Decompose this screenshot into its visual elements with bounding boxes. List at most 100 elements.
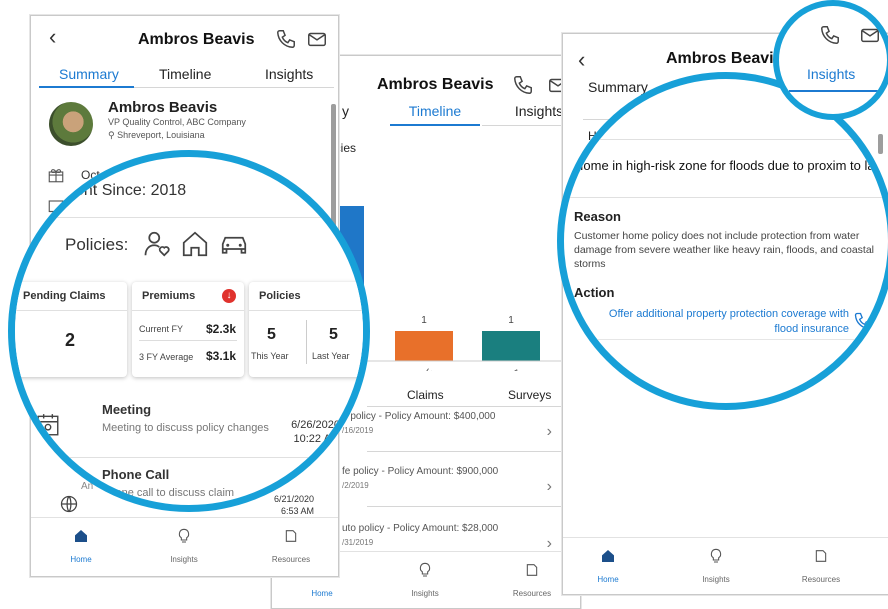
chart-value-label: 1 <box>421 315 427 326</box>
nav-resources[interactable]: Resources <box>492 562 572 598</box>
profile-location: ⚲ Shreveport, Louisiana <box>108 130 205 141</box>
location-pin-icon: ⚲ <box>108 130 115 140</box>
last-year-label: Last Year <box>312 351 350 361</box>
pending-claims-card[interactable]: Pending Claims 2 <box>15 282 127 377</box>
timeline-row[interactable]: e policy - Policy Amount: $400,000 /16/2… <box>342 411 572 461</box>
divider <box>564 139 888 140</box>
tab-timeline[interactable]: Timeline <box>400 103 470 119</box>
row-title: fe policy - Policy Amount: $900,000 <box>342 466 499 477</box>
avatar <box>49 102 93 146</box>
tab-insights[interactable]: Insights <box>807 66 855 82</box>
book-icon <box>815 550 827 562</box>
activity-date: 6/26/2020 <box>291 419 340 431</box>
nav-insights[interactable]: Insights <box>144 528 224 564</box>
three-fy-avg-value: $3.1k <box>205 349 236 363</box>
client-since: ent Since: 2018 <box>75 182 187 199</box>
reason-text: Customer home policy does not include pr… <box>574 230 874 270</box>
profile-role: VP Quality Control, ABC Company <box>108 117 246 127</box>
tab-divider <box>134 87 334 88</box>
activity-desc: Meeting to discuss policy changes <box>102 422 269 434</box>
divider <box>579 339 879 340</box>
tab-summary-partial[interactable]: y <box>342 103 349 119</box>
phone-icon[interactable] <box>819 24 841 46</box>
book-icon <box>285 530 297 542</box>
nav-resources-label: Resources <box>271 555 311 564</box>
divider <box>249 310 363 311</box>
row-title: e policy - Policy Amount: $400,000 <box>342 411 496 422</box>
mail-icon[interactable] <box>859 24 881 46</box>
card-title: Premiums <box>142 290 196 302</box>
divider <box>15 217 363 218</box>
chart-value-label: 1 <box>508 315 514 326</box>
tab-timeline[interactable]: Timeline <box>159 66 211 82</box>
nav-home[interactable]: Home <box>41 528 121 564</box>
chart-category-label: Auto <box>510 366 531 371</box>
divider <box>132 310 244 311</box>
activity-item[interactable]: Phone Call Phone call to discuss claim 6 <box>15 462 363 505</box>
chart-category-label: Home <box>423 366 448 371</box>
action-heading: Action <box>574 285 615 300</box>
activity-desc: Phone call to discuss claim <box>102 487 235 499</box>
row-date: /31/2019 <box>342 538 374 547</box>
reason-heading: Reason <box>574 209 621 224</box>
life-policy-icon[interactable] <box>143 229 173 259</box>
row-divider <box>367 451 572 452</box>
active-tab-indicator <box>39 86 134 88</box>
phone-icon[interactable] <box>275 28 297 50</box>
nav-resources[interactable]: Resources <box>781 548 861 584</box>
card-title: Policies <box>259 290 301 302</box>
bottom-nav: Home Insights Resources <box>563 537 888 594</box>
pending-claims-value: 2 <box>65 330 76 350</box>
activity-title: Phone Call <box>102 467 170 482</box>
nav-resources-label: Resources <box>512 589 552 598</box>
summary-zoom-circle: ent Since: 2018 Policies: Pending Claims… <box>8 150 370 512</box>
subtab-divider <box>367 406 572 407</box>
divider <box>306 320 307 364</box>
action-link[interactable]: Offer additional property protection cov… <box>604 307 849 337</box>
mail-icon[interactable] <box>306 28 328 50</box>
contact-name: Ambros Beavis <box>666 50 783 67</box>
row-date: /2/2019 <box>342 481 369 490</box>
auto-policy-icon[interactable] <box>218 229 250 259</box>
card-title: Pending Claims <box>23 290 106 302</box>
meeting-calendar-icon <box>37 414 59 436</box>
chart-bar-home <box>395 331 453 361</box>
subtab-claims[interactable]: Claims <box>407 388 444 402</box>
back-icon[interactable]: ‹ <box>578 49 585 71</box>
insights-tab-zoom-circle: Insights <box>773 0 888 120</box>
nav-insights-label: Insights <box>170 555 198 564</box>
nav-resources-label: Resources <box>801 575 841 584</box>
bottom-nav: Home Insights Resources <box>31 517 338 576</box>
scrollbar[interactable] <box>878 134 883 154</box>
nav-insights[interactable]: Insights <box>385 562 465 598</box>
timeline-row[interactable]: fe policy - Policy Amount: $900,000 /2/2… <box>342 466 572 516</box>
policies-card[interactable]: Policies 5 This Year 5 Last Year <box>249 282 363 377</box>
insight-zoom-circle: Home in high-risk zone for floods due to… <box>557 72 888 410</box>
divider <box>139 340 237 341</box>
nav-insights-label: Insights <box>411 589 439 598</box>
lightbulb-icon <box>710 548 722 563</box>
tab-summary[interactable]: Summary <box>59 66 119 82</box>
premiums-card[interactable]: Premiums ↓ Current FY $2.3k 3 FY Average… <box>132 282 244 377</box>
active-tab-indicator <box>789 90 887 92</box>
row-divider <box>367 506 572 507</box>
divider <box>15 457 363 458</box>
tab-summary[interactable]: Summary <box>588 79 648 95</box>
home-icon <box>75 530 87 542</box>
home-policy-icon[interactable] <box>180 229 210 259</box>
tab-insights[interactable]: Insights <box>265 66 313 82</box>
subtab-surveys[interactable]: Surveys <box>508 388 551 402</box>
nav-home[interactable]: Home <box>568 548 648 584</box>
nav-insights[interactable]: Insights <box>676 548 756 584</box>
lightbulb-icon <box>419 562 431 577</box>
this-year-value: 5 <box>267 326 276 343</box>
back-icon[interactable]: ‹ <box>49 26 56 48</box>
gift-icon <box>48 169 64 183</box>
nav-home-label: Home <box>70 555 92 564</box>
profile-name: Ambros Beavis <box>108 99 218 116</box>
activity-item[interactable]: Meeting Meeting to discuss policy change… <box>15 392 363 467</box>
phone-dialpad-icon[interactable] <box>853 311 873 331</box>
activity-time: 10:22 AM <box>293 433 340 445</box>
phone-icon[interactable] <box>512 74 534 96</box>
nav-resources[interactable]: Resources <box>251 528 331 564</box>
